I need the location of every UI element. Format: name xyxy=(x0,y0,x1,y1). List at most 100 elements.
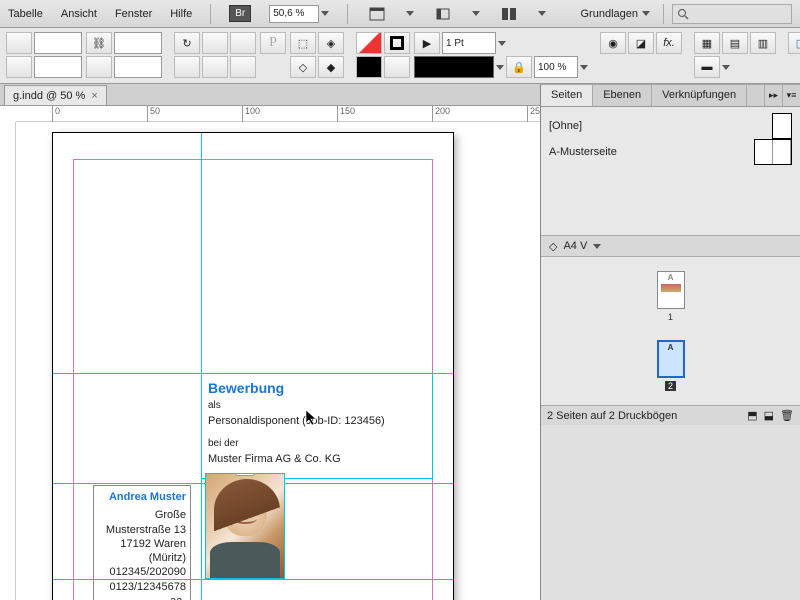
ruler-tick: 0 xyxy=(52,106,60,122)
fill-color[interactable] xyxy=(356,56,382,78)
chevron-down-icon[interactable] xyxy=(580,65,588,70)
select-prev-icon[interactable]: ◇ xyxy=(290,56,316,78)
chevron-down-icon[interactable] xyxy=(496,65,504,70)
menu-hilfe[interactable]: Hilfe xyxy=(170,8,192,20)
arrow-icon[interactable]: ▶ xyxy=(414,32,440,54)
chevron-down-icon xyxy=(642,11,650,16)
chevron-down-icon[interactable] xyxy=(538,11,546,16)
menu-ansicht[interactable]: Ansicht xyxy=(61,8,97,20)
scale-x-icon[interactable]: ↻ xyxy=(174,32,200,54)
applicant-name: Andrea Muster xyxy=(98,490,186,504)
constrain-icon[interactable] xyxy=(86,56,112,78)
lock-icon[interactable]: 🔒 xyxy=(506,56,532,78)
y-field[interactable] xyxy=(34,56,82,78)
panel-menu-icon[interactable]: ▾≡ xyxy=(782,85,800,106)
edit-page-icon[interactable]: ⬒ xyxy=(747,409,757,422)
select-content-icon[interactable]: ◈ xyxy=(318,32,344,54)
w-field[interactable] xyxy=(114,32,162,54)
bridge-button[interactable]: Br xyxy=(229,5,251,22)
apply-none-icon[interactable] xyxy=(384,56,410,78)
new-page-icon[interactable]: ⬓ xyxy=(764,409,774,422)
align-button[interactable] xyxy=(6,56,32,78)
photo-frame[interactable]: ⬘⬗ xyxy=(205,473,285,579)
rotate-tool-icon[interactable] xyxy=(230,32,256,54)
fill-swatch[interactable] xyxy=(356,32,382,54)
page-thumb-1[interactable]: A 1 xyxy=(657,271,685,322)
ruler-tick: 200 xyxy=(432,106,450,122)
collapse-icon[interactable]: ▸▸ xyxy=(764,85,782,106)
master-none[interactable]: [Ohne] xyxy=(549,113,792,139)
stroke-swatch[interactable] xyxy=(384,32,410,54)
zoom-input[interactable] xyxy=(269,5,319,23)
chevron-down-icon[interactable] xyxy=(406,11,414,16)
zoom-level[interactable] xyxy=(269,5,329,23)
pages-section-header[interactable]: ◇A4 V xyxy=(541,235,800,257)
align-button[interactable] xyxy=(6,32,32,54)
search-field[interactable] xyxy=(672,4,792,24)
text: als xyxy=(208,398,426,413)
scale-pct[interactable] xyxy=(534,56,578,78)
column-guide[interactable] xyxy=(201,133,202,600)
screen-mode-icon[interactable] xyxy=(432,4,454,24)
effects-icon[interactable]: ◉ xyxy=(600,32,626,54)
select-container-icon[interactable]: ⬚ xyxy=(290,32,316,54)
footer-status: 2 Seiten auf 2 Druckbögen xyxy=(547,410,677,422)
delete-page-icon[interactable]: 🗑 xyxy=(780,409,794,422)
frame-fitting-icon[interactable]: ◫ xyxy=(788,32,800,54)
tab-ebenen[interactable]: Ebenen xyxy=(593,85,652,106)
menu-bar: Tabelle Ansicht Fenster Hilfe Br Grundla… xyxy=(0,0,800,28)
close-icon[interactable]: × xyxy=(91,90,97,102)
paragraph-style-icon[interactable]: P xyxy=(260,32,286,54)
ruler-tick: 50 xyxy=(147,106,160,122)
page-thumb-2[interactable]: A 2 xyxy=(657,340,685,391)
master-thumb xyxy=(772,113,792,139)
wrap-shape-icon[interactable]: ▥ xyxy=(750,32,776,54)
separator xyxy=(210,4,211,24)
vertical-ruler[interactable] xyxy=(0,122,16,600)
wrap-jump-icon[interactable]: ▬ xyxy=(694,56,720,78)
tab-title: g.indd @ 50 % xyxy=(13,90,85,102)
workspace: 0 50 100 150 200 250 Bewerbung als Perso… xyxy=(0,106,540,600)
master-a[interactable]: A-Musterseite xyxy=(549,139,792,165)
flip-v-icon[interactable] xyxy=(230,56,256,78)
page-spread[interactable]: Bewerbung als Personaldisponent (Job-ID:… xyxy=(52,132,454,600)
horizontal-ruler[interactable]: 0 50 100 150 200 250 xyxy=(16,106,540,122)
link-wh-icon[interactable]: ⛓ xyxy=(86,32,112,54)
arrange-icon[interactable] xyxy=(498,4,520,24)
chevron-down-icon[interactable] xyxy=(593,244,601,249)
master-thumb-spread xyxy=(754,139,792,165)
select-next-icon[interactable]: ◆ xyxy=(318,56,344,78)
x-field[interactable] xyxy=(34,32,82,54)
addr-line: 012345/202090 xyxy=(98,565,186,579)
wrap-bounding-icon[interactable]: ▤ xyxy=(722,32,748,54)
text-firma: Muster Firma AG & Co. KG xyxy=(208,451,426,468)
stroke-style[interactable] xyxy=(414,56,494,78)
menu-fenster[interactable]: Fenster xyxy=(115,8,152,20)
chevron-down-icon[interactable] xyxy=(321,11,329,16)
document-tab[interactable]: g.indd @ 50 % × xyxy=(4,85,107,105)
address-frame[interactable]: Andrea Muster Große Musterstraße 13 1719… xyxy=(93,485,191,600)
page-number: 2 xyxy=(665,381,676,391)
fx-icon[interactable]: fx. xyxy=(656,32,682,54)
ruler-tick: 100 xyxy=(242,106,260,122)
scale-tool-icon[interactable] xyxy=(202,32,228,54)
tab-seiten[interactable]: Seiten xyxy=(541,85,593,106)
workspace-switcher[interactable]: Grundlagen xyxy=(576,5,656,23)
panel-tab-bar: Seiten Ebenen Verknüpfungen ▸▸▾≡ xyxy=(541,85,800,107)
menu-tabelle[interactable]: Tabelle xyxy=(8,8,43,20)
page-size-label: A4 V xyxy=(563,240,587,252)
canvas[interactable]: Bewerbung als Personaldisponent (Job-ID:… xyxy=(16,122,540,600)
drop-shadow-icon[interactable]: ◪ xyxy=(628,32,654,54)
text-frame-headline[interactable]: Bewerbung als Personaldisponent (Job-ID:… xyxy=(201,373,433,479)
chevron-down-icon[interactable] xyxy=(472,11,480,16)
view-options-icon[interactable] xyxy=(366,4,388,24)
masters-section: [Ohne] A-Musterseite xyxy=(541,107,800,235)
chevron-down-icon[interactable] xyxy=(722,65,730,70)
tab-verknuepfungen[interactable]: Verknüpfungen xyxy=(652,85,747,106)
shear-icon[interactable] xyxy=(174,56,200,78)
chevron-down-icon[interactable] xyxy=(498,41,506,46)
h-field[interactable] xyxy=(114,56,162,78)
wrap-none-icon[interactable]: ▦ xyxy=(694,32,720,54)
flip-h-icon[interactable] xyxy=(202,56,228,78)
stroke-weight[interactable] xyxy=(442,32,496,54)
